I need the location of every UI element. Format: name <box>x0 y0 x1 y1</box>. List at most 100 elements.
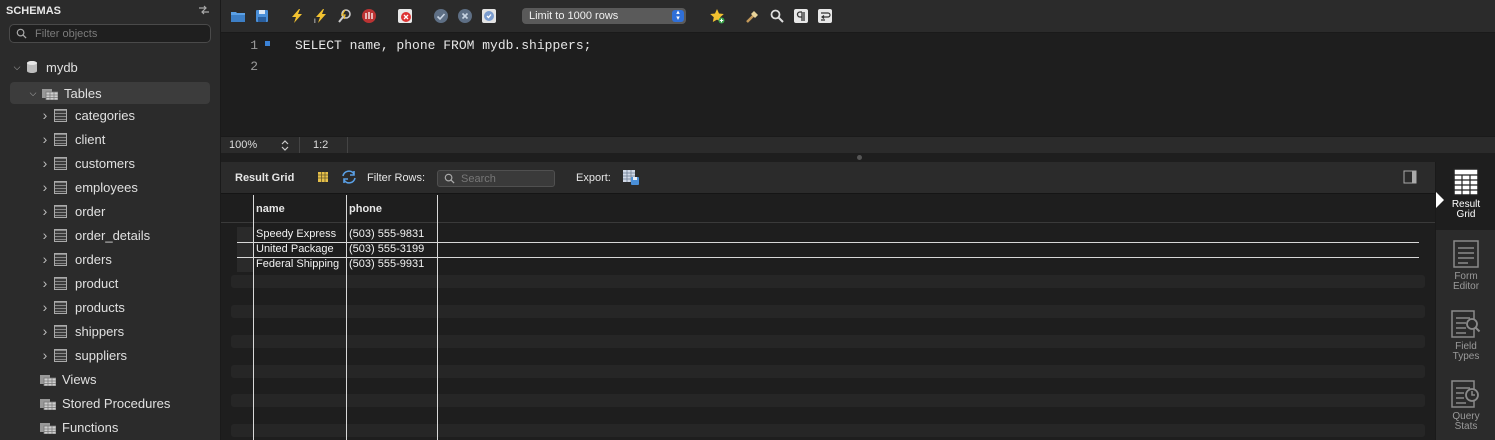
functions-folder[interactable]: Functions <box>40 416 118 438</box>
row-header[interactable] <box>237 257 253 272</box>
table-item-label: customers <box>75 155 135 171</box>
select-arrows-icon: ▴ ▾ <box>672 9 684 22</box>
svg-text:I: I <box>314 18 316 24</box>
views-folder-label: Views <box>62 371 97 387</box>
beautify-icon[interactable] <box>745 8 761 24</box>
column-header-phone[interactable]: phone <box>346 195 382 223</box>
open-file-icon[interactable] <box>230 8 246 24</box>
export-icon[interactable] <box>622 169 640 186</box>
chevron-right-icon[interactable]: › <box>40 275 50 291</box>
result-grid-icon <box>1453 168 1479 196</box>
table-item-suppliers[interactable]: › suppliers <box>40 344 127 366</box>
chevron-right-icon[interactable]: › <box>40 203 50 219</box>
column-divider[interactable] <box>253 195 254 440</box>
table-item-order[interactable]: › order <box>40 200 106 222</box>
query-stats-tab[interactable]: Query Stats <box>1436 374 1495 440</box>
cell-name[interactable]: Federal Shipping <box>253 257 339 272</box>
table-item-label: shippers <box>75 323 125 339</box>
views-folder[interactable]: Views <box>40 368 96 390</box>
table-item-client[interactable]: › client <box>40 128 106 150</box>
column-header-name[interactable]: name <box>253 195 285 223</box>
result-side-panel: Result Grid Form Editor Field Types Quer… <box>1435 162 1495 440</box>
chevron-down-icon[interactable]: ⌵ <box>28 88 38 99</box>
add-snippet-icon[interactable] <box>709 8 725 24</box>
filter-objects-input[interactable] <box>35 27 205 40</box>
field-types-tab-line2: Types <box>1452 351 1480 362</box>
database-icon <box>27 61 37 73</box>
table-item-shippers[interactable]: › shippers <box>40 320 124 342</box>
result-toolbar: Result Grid Filter Rows: Export: <box>221 162 1435 194</box>
splitter-handle-icon[interactable] <box>857 155 862 160</box>
chevron-right-icon[interactable]: › <box>40 251 50 267</box>
table-item-categories[interactable]: › categories <box>40 104 135 126</box>
workbench-window: SCHEMAS ⌵ mydb ⌵ Tables › categories › clie… <box>0 0 1495 440</box>
row-header[interactable] <box>237 227 253 242</box>
refresh-icon[interactable] <box>341 170 357 184</box>
table-icon <box>54 204 67 218</box>
zoom-stepper-icon[interactable] <box>281 140 289 151</box>
form-editor-tab-line2: Editor <box>1452 281 1480 292</box>
explain-icon[interactable] <box>337 8 353 24</box>
toggle-panel-icon[interactable] <box>1403 170 1417 184</box>
sql-editor[interactable]: 1 SELECT name, phone FROM mydb.shippers;… <box>221 33 1495 136</box>
zoom-level[interactable]: 100% <box>229 139 257 151</box>
rollback-icon[interactable] <box>457 8 473 24</box>
table-item-order-details[interactable]: › order_details <box>40 224 151 246</box>
chevron-right-icon[interactable]: › <box>40 107 50 123</box>
table-item-customers[interactable]: › customers <box>40 152 135 174</box>
code-line[interactable]: SELECT name, phone FROM mydb.shippers; <box>295 38 591 53</box>
result-grid[interactable]: name phone Speedy Express (503) 555-9831… <box>221 195 1435 440</box>
table-icon <box>54 228 67 242</box>
chevron-right-icon[interactable]: › <box>40 131 50 147</box>
cell-phone[interactable]: (503) 555-9831 <box>346 227 424 242</box>
autocommit-icon[interactable] <box>481 8 497 24</box>
schema-mydb[interactable]: ⌵ mydb <box>12 56 78 78</box>
column-divider[interactable] <box>437 195 438 440</box>
filter-rows-box[interactable] <box>437 170 555 187</box>
views-folder-icon <box>40 374 56 386</box>
chevron-right-icon[interactable]: › <box>40 155 50 171</box>
cell-phone[interactable]: (503) 555-3199 <box>346 242 424 257</box>
result-grid-tab[interactable]: Result Grid <box>1436 162 1495 230</box>
empty-row <box>231 275 1425 288</box>
sidebar-title: SCHEMAS <box>6 5 62 17</box>
execute-icon[interactable] <box>289 8 305 24</box>
pane-splitter[interactable] <box>221 153 1495 162</box>
row-limit-select[interactable]: Limit to 1000 rows ▴ ▾ <box>522 8 686 24</box>
filter-objects-box[interactable] <box>9 24 211 43</box>
table-item-employees[interactable]: › employees <box>40 176 138 198</box>
execute-current-icon[interactable]: I <box>313 8 329 24</box>
refresh-schemas-icon[interactable] <box>198 5 210 18</box>
cell-name[interactable]: United Package <box>253 242 334 257</box>
save-icon[interactable] <box>254 8 270 24</box>
stored-procedures-folder[interactable]: Stored Procedures <box>40 392 170 414</box>
toggle-error-stop-icon[interactable] <box>397 8 413 24</box>
chevron-right-icon[interactable]: › <box>40 299 50 315</box>
chevron-right-icon[interactable]: › <box>40 323 50 339</box>
row-limit-value: Limit to 1000 rows <box>529 10 619 22</box>
commit-icon[interactable] <box>433 8 449 24</box>
stored-procedures-folder-label: Stored Procedures <box>62 395 171 411</box>
chevron-right-icon[interactable]: › <box>40 179 50 195</box>
chevron-down-icon[interactable]: ⌵ <box>12 62 22 73</box>
chevron-right-icon[interactable]: › <box>40 227 50 243</box>
table-item-product[interactable]: › product <box>40 272 119 294</box>
field-types-tab[interactable]: Field Types <box>1436 304 1495 372</box>
cell-name[interactable]: Speedy Express <box>253 227 336 242</box>
line-number: 2 <box>250 59 258 74</box>
invisible-chars-icon[interactable] <box>793 8 809 24</box>
row-header[interactable] <box>237 242 253 257</box>
table-icon <box>54 300 67 314</box>
grid-icon[interactable] <box>317 171 329 183</box>
filter-rows-input[interactable] <box>461 172 553 185</box>
table-item-products[interactable]: › products <box>40 296 125 318</box>
word-wrap-icon[interactable] <box>817 8 833 24</box>
form-editor-tab[interactable]: Form Editor <box>1436 234 1495 302</box>
tables-folder[interactable]: ⌵ Tables <box>10 82 210 104</box>
chevron-right-icon[interactable]: › <box>40 347 50 363</box>
stop-icon[interactable] <box>361 8 377 24</box>
table-item-orders[interactable]: › orders <box>40 248 112 270</box>
find-icon[interactable] <box>769 8 785 24</box>
column-divider[interactable] <box>346 195 347 440</box>
cell-phone[interactable]: (503) 555-9931 <box>346 257 424 272</box>
